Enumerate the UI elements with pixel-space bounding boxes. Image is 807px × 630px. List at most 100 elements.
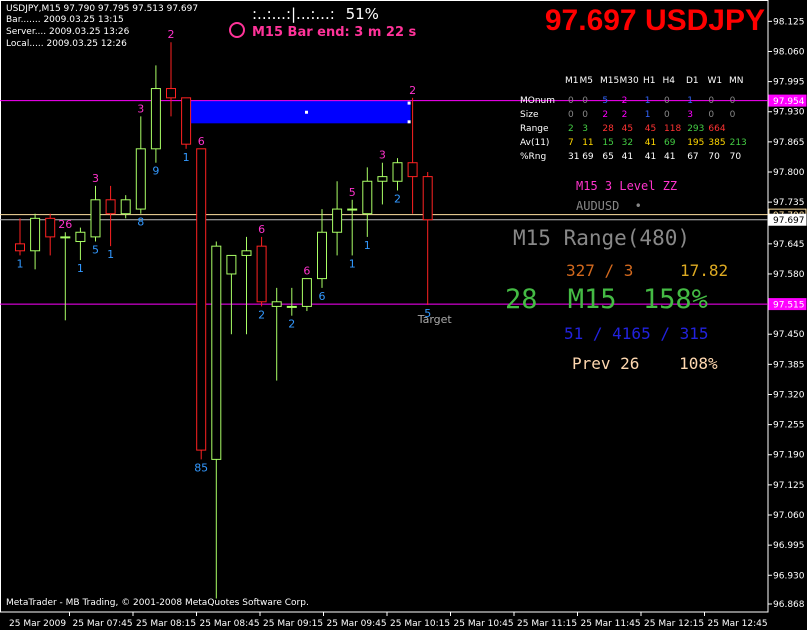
stats-column-header: H4 [662, 76, 676, 86]
stats-cell: 41 [644, 152, 657, 162]
stats-cell: 69 [664, 138, 676, 148]
zigzag-label: 3 [92, 172, 99, 185]
stats-cell: 45 [644, 124, 657, 134]
candle-bull [135, 148, 146, 210]
stats-cell: 15 [602, 138, 614, 148]
stats-row-label: Size [520, 110, 539, 120]
stats-cell: 0 [729, 110, 736, 120]
zigzag-label: 1 [107, 248, 114, 261]
stats-cell: 41 [664, 152, 676, 162]
candle-bear [166, 88, 176, 99]
stats-column-header: H1 [643, 76, 656, 86]
y-tick-label: 97.060 [773, 511, 805, 521]
range-ratio: 17.82 [680, 261, 729, 280]
y-tick-label: 97.865 [773, 138, 805, 148]
range-timeframe: M15 [567, 284, 617, 315]
stats-row-label: Range [520, 124, 549, 134]
zigzag-label: 6 [319, 290, 326, 303]
bar-progress: :..:...:|...:...: 51% [252, 5, 379, 23]
stats-row-label: Av(11) [520, 138, 550, 148]
candle-bull [150, 88, 161, 150]
candle-bull [286, 305, 297, 308]
candle-bull [120, 199, 131, 215]
stats-row-label: %Rng [520, 152, 547, 162]
candle-bear [181, 97, 192, 145]
y-tick-label: 97.645 [773, 240, 805, 250]
stats-cell: 195 [687, 138, 705, 148]
range-percent-row: 28 M15 158% [505, 284, 708, 315]
zigzag-label: 6 [303, 265, 310, 278]
zigzag-label: 1 [349, 257, 356, 270]
candle-bull [271, 301, 282, 307]
ohlc-line: USDJPY,M15 97.790 97.795 97.513 97.697 [6, 4, 199, 14]
current-price-symbol: 97.697 USDJPY [544, 4, 765, 37]
stats-cell: 118 [664, 124, 682, 134]
stats-cell: 2 [621, 110, 628, 120]
stats-cell: 0 [708, 96, 715, 106]
stats-cell: 0 [582, 110, 588, 120]
y-tick-label: 97.385 [773, 360, 805, 370]
candle-bull [75, 231, 86, 243]
zigzag-label: 6 [198, 135, 205, 148]
stats-cell: 0 [708, 110, 715, 120]
y-tick-label: 97.930 [773, 108, 805, 118]
stats-cell: 70 [708, 152, 720, 162]
y-tick-label: 97.320 [773, 390, 805, 400]
range-percent: 158% [642, 284, 708, 315]
stats-cell: 213 [729, 138, 747, 148]
candle-bear [105, 199, 116, 215]
stats-cell: 3 [582, 124, 588, 134]
local-time: Local..... 2009.03.25 12:26 [6, 39, 127, 49]
stats-cell: 11 [582, 138, 594, 148]
stats-column-header: D1 [686, 76, 699, 86]
candle-bull [332, 208, 343, 233]
x-tick-label: 25 Mar 07:45 [73, 619, 133, 629]
zz-bullet: • [634, 199, 642, 213]
prev-percent: 108% [679, 354, 718, 373]
progress-dots: :..:...:|...:...: [252, 5, 335, 23]
zigzag-label: 2 [258, 308, 265, 321]
zigzag-label: 2 [168, 28, 175, 41]
stats-cell: 69 [582, 152, 594, 162]
clock-icon [229, 22, 245, 38]
zigzag-label: 26 [58, 218, 72, 231]
stats-cell: 2 [621, 96, 628, 106]
zigzag-label: 2 [394, 193, 401, 206]
stats-cell: 7 [568, 138, 574, 148]
stats-cell: 45 [621, 124, 634, 134]
stats-cell: 28 [602, 124, 614, 134]
y-tick-label: 97.255 [773, 421, 805, 431]
stats-cell: 2 [602, 110, 609, 120]
y-tick-label: 96.930 [773, 571, 805, 581]
price-chart[interactable]: 126135 13892168562266511322598.12598.0609… [0, 0, 807, 630]
y-tick-label: 96.995 [773, 541, 805, 551]
zigzag-label: 9 [152, 165, 159, 178]
x-tick-label: 25 Mar 11:45 [581, 619, 641, 629]
range-counts: 327 / 3 [566, 261, 634, 280]
range-title: M15 Range(480) [513, 226, 691, 250]
stats-cell: 0 [582, 96, 588, 106]
stats-row-label: MOnum [520, 96, 556, 106]
y-tick-label: 98.060 [773, 47, 805, 57]
copyright-footer: MetaTrader - MB Trading, © 2001-2008 Met… [6, 598, 309, 608]
x-tick-label: 25 Mar 08:45 [200, 619, 260, 629]
zz-symbol-row: AUDUSD • [576, 199, 642, 213]
stats-cell: 0 [568, 96, 574, 106]
candle-bull [241, 250, 252, 256]
candle-bull [30, 217, 41, 252]
progress-percent: 51% [345, 5, 379, 23]
y-tick-label: 97.800 [773, 168, 805, 178]
stats-cell: 0 [664, 96, 670, 106]
stats-cell: 664 [708, 124, 726, 134]
stats-cell: 1 [687, 96, 693, 106]
zigzag-label: 1 [364, 239, 371, 252]
y-tick-label: 97.580 [773, 270, 805, 280]
zigzag-label: 1 [17, 257, 24, 270]
x-tick-label: 25 Mar 2009 [9, 619, 66, 629]
server-time: Server.... 2009.03.25 13:26 [6, 27, 130, 37]
candle-bull [377, 176, 388, 182]
candle-bull [347, 208, 358, 211]
stats-column-header: M5 [579, 76, 594, 86]
stats-column-header: MN [729, 76, 744, 86]
candle-bull [317, 231, 327, 280]
